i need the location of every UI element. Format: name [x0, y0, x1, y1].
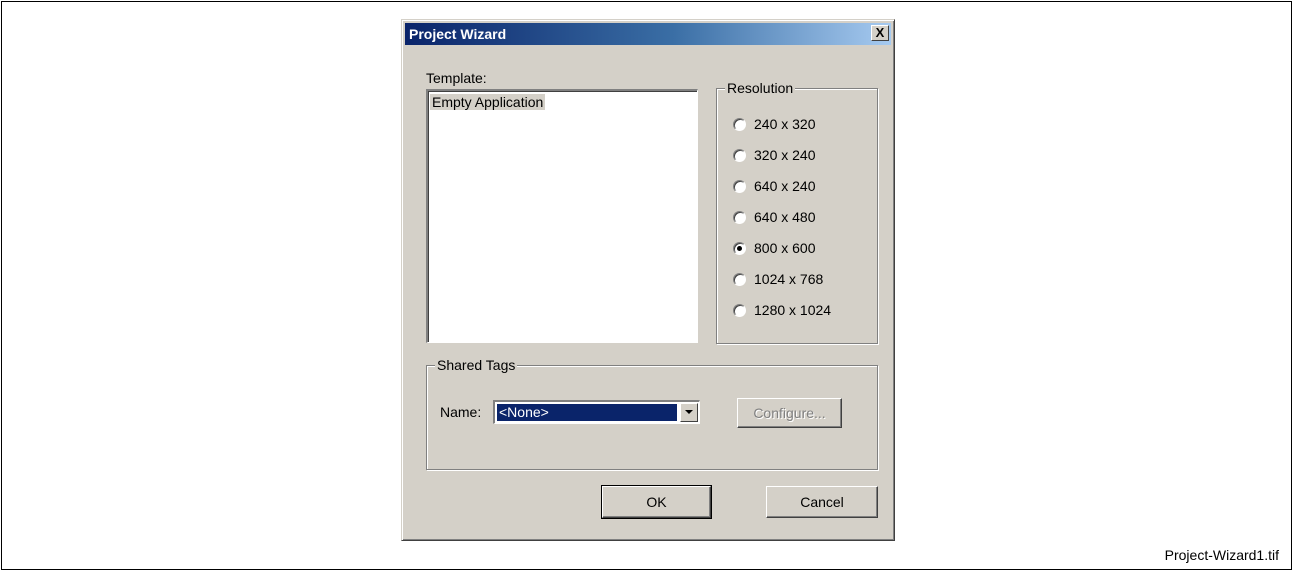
- radio-button[interactable]: [733, 149, 746, 162]
- title-bar[interactable]: Project Wizard X: [405, 23, 891, 45]
- radio-button[interactable]: [733, 273, 746, 286]
- project-wizard-dialog: Project Wizard X Template: Empty Applica…: [401, 19, 895, 541]
- radio-label: 640 x 480: [754, 209, 816, 225]
- cancel-button[interactable]: Cancel: [766, 486, 878, 518]
- resolution-group-title: Resolution: [725, 80, 796, 96]
- radio-button-checked[interactable]: [733, 242, 746, 255]
- radio-button[interactable]: [733, 211, 746, 224]
- shared-tags-group-title: Shared Tags: [435, 357, 518, 373]
- name-combobox[interactable]: <None>: [493, 400, 700, 424]
- radio-button[interactable]: [733, 304, 746, 317]
- radio-button[interactable]: [733, 180, 746, 193]
- name-combobox-value: <None>: [497, 404, 677, 421]
- close-icon: X: [875, 25, 885, 40]
- chevron-down-icon[interactable]: [680, 403, 698, 422]
- name-label: Name:: [440, 404, 482, 420]
- configure-button[interactable]: Configure...: [737, 398, 842, 428]
- radio-label: 320 x 240: [754, 147, 816, 163]
- radio-label: 800 x 600: [754, 240, 816, 256]
- template-listbox[interactable]: Empty Application: [426, 89, 698, 343]
- radio-label: 1280 x 1024: [754, 302, 832, 318]
- radio-button[interactable]: [733, 118, 746, 131]
- radio-label: 640 x 240: [754, 178, 816, 194]
- ok-button[interactable]: OK: [601, 485, 712, 519]
- dialog-title: Project Wizard: [409, 26, 507, 42]
- resolution-groupbox: Resolution 240 x 320 320 x 240 640 x 240…: [716, 80, 878, 344]
- close-button[interactable]: X: [871, 25, 889, 41]
- radio-label: 1024 x 768: [754, 271, 824, 287]
- template-label: Template:: [426, 70, 487, 86]
- radio-label: 240 x 320: [754, 116, 816, 132]
- file-caption: Project-Wizard1.tif: [1164, 547, 1279, 563]
- template-item-empty-application[interactable]: Empty Application: [430, 94, 546, 110]
